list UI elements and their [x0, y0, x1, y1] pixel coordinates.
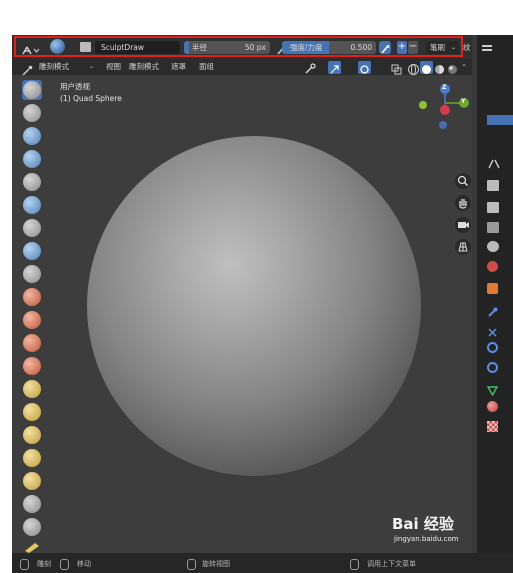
scrape-tool-icon[interactable] — [23, 357, 41, 375]
3d-viewport[interactable]: 用户透视 (1) Quad Sphere Z Y Bai 经验 jingyan.… — [12, 75, 472, 553]
tool-shelf — [22, 75, 44, 553]
mask-tool-icon[interactable] — [23, 538, 41, 553]
scene-properties-icon[interactable] — [487, 241, 499, 252]
zoom-icon[interactable] — [455, 173, 471, 189]
chevron-down-icon: ⌄ — [450, 44, 456, 51]
multiplane-scrape-tool-icon[interactable] — [23, 380, 41, 398]
viewport-header: 雕刻模式 ⌄ 视图 雕刻模式 遮罩 面组 ⌄ — [12, 59, 472, 76]
brush-preview-icon[interactable] — [50, 39, 65, 54]
pose-tool-icon[interactable] — [23, 518, 41, 536]
mouse-drag-icon — [60, 559, 69, 570]
smooth-tool-icon[interactable] — [23, 288, 41, 306]
draw-tool-icon[interactable] — [23, 81, 41, 99]
gizmo-y-label: Y — [461, 98, 466, 105]
radius-label: 半径 — [192, 43, 207, 52]
brush-dropdown[interactable]: 笔刷 ⌄ — [426, 41, 459, 54]
physics-properties-icon[interactable] — [487, 342, 498, 353]
output-properties-icon[interactable] — [487, 202, 499, 213]
data-properties-icon[interactable] — [486, 381, 499, 397]
status-context-menu: 调用上下文菜单 — [367, 560, 416, 568]
inflate-tool-icon[interactable] — [23, 219, 41, 237]
pinch-tool-icon[interactable] — [23, 403, 41, 421]
render-properties-icon[interactable] — [487, 180, 499, 191]
gizmo-z-label: Z — [442, 84, 447, 91]
object-properties-icon[interactable] — [487, 283, 498, 294]
clay-tool-icon[interactable] — [23, 127, 41, 145]
brush-name: SculptDraw — [101, 43, 145, 52]
material-shading-icon[interactable] — [433, 61, 446, 74]
world-properties-icon[interactable] — [487, 261, 498, 272]
view-layer-icon[interactable] — [487, 222, 499, 233]
draw-sharp-tool-icon[interactable] — [23, 104, 41, 122]
tool-settings-header: SculptDraw 半径 50 px 强度/力度 0.500 + − 笔刷 ⌄… — [12, 35, 472, 59]
subtract-direction-button[interactable]: − — [408, 41, 418, 54]
properties-sidebar — [477, 35, 513, 573]
navigation-gizmo[interactable]: Z Y — [412, 81, 472, 141]
watermark-brand: Bai 经验 — [392, 515, 454, 533]
editor-type-icon[interactable] — [481, 40, 493, 52]
texture-menu[interactable]: 纹 — [463, 41, 471, 54]
status-rotate-view: 旋转视图 — [202, 560, 230, 568]
mouse-right-icon — [350, 559, 359, 570]
chevron-down-icon[interactable]: ⌄ — [461, 60, 467, 68]
constraints-properties-icon[interactable] — [487, 362, 498, 373]
particles-properties-icon[interactable] — [487, 323, 498, 337]
status-move: 移动 — [77, 560, 91, 568]
xray-icon[interactable] — [390, 61, 403, 75]
outliner-strip — [487, 115, 513, 125]
thumb-tool-icon[interactable] — [23, 495, 41, 513]
brush-name-field[interactable]: SculptDraw — [95, 41, 180, 54]
strength-slider[interactable]: 强度/力度 0.500 — [282, 41, 376, 54]
blender-window: SculptDraw 半径 50 px 强度/力度 0.500 + − 笔刷 ⌄… — [12, 35, 513, 573]
camera-view-icon[interactable] — [455, 217, 471, 233]
radius-slider[interactable]: 半径 50 px — [184, 41, 270, 54]
mode-dropdown[interactable]: 雕刻模式 ⌄ — [39, 61, 97, 73]
flatten-tool-icon[interactable] — [23, 311, 41, 329]
menu-view[interactable]: 视图 — [106, 61, 121, 73]
material-properties-icon[interactable] — [487, 401, 498, 412]
watermark-url: jingyan.baidu.com — [394, 535, 459, 543]
pan-hand-icon[interactable] — [455, 195, 471, 211]
chevron-down-icon: ⌄ — [89, 63, 95, 70]
mouse-left-icon — [20, 559, 29, 570]
overlays-icon[interactable] — [358, 61, 371, 74]
perspective-grid-icon[interactable] — [455, 239, 471, 255]
brush-icon[interactable] — [22, 61, 33, 76]
mouse-middle-icon — [187, 559, 196, 570]
fill-tool-icon[interactable] — [23, 334, 41, 352]
strength-label: 强度/力度 — [290, 43, 323, 52]
sphere-mesh — [87, 136, 421, 476]
add-direction-button[interactable]: + — [397, 41, 407, 54]
view-title: 用户透视 — [60, 82, 90, 91]
menu-mask[interactable]: 遮罩 — [171, 61, 186, 73]
grab-tool-icon[interactable] — [23, 426, 41, 444]
strength-value: 0.500 — [350, 43, 372, 52]
texture-properties-icon[interactable] — [487, 421, 498, 432]
crease-tool-icon[interactable] — [23, 265, 41, 283]
solid-shading-icon[interactable] — [420, 61, 433, 74]
modifier-properties-icon[interactable] — [487, 303, 498, 317]
radius-value: 50 px — [244, 43, 266, 52]
brush-datablock-icon[interactable] — [80, 42, 91, 52]
object-visibility-icon[interactable] — [304, 61, 317, 74]
clay-thumb-tool-icon[interactable] — [23, 173, 41, 191]
layer-tool-icon[interactable] — [23, 196, 41, 214]
tool-properties-icon[interactable] — [487, 155, 501, 169]
elastic-deform-tool-icon[interactable] — [23, 449, 41, 467]
blob-tool-icon[interactable] — [23, 242, 41, 260]
rendered-shading-icon[interactable] — [446, 61, 459, 74]
menu-sculpt[interactable]: 雕刻模式 — [129, 61, 159, 73]
status-bar: 雕刻 移动 旋转视图 调用上下文菜单 — [12, 553, 513, 573]
gizmo-toggle-icon[interactable] — [328, 61, 341, 74]
watermark: Bai 经验 jingyan.baidu.com — [392, 513, 482, 553]
strength-pressure-icon[interactable] — [379, 41, 391, 54]
status-sculpt: 雕刻 — [37, 560, 51, 568]
object-name: (1) Quad Sphere — [60, 94, 122, 103]
clay-strips-tool-icon[interactable] — [23, 150, 41, 168]
wireframe-shading-icon[interactable] — [407, 61, 420, 75]
menu-face-sets[interactable]: 面组 — [199, 61, 214, 73]
snake-hook-tool-icon[interactable] — [23, 472, 41, 490]
tool-switch-icon[interactable] — [22, 41, 40, 55]
